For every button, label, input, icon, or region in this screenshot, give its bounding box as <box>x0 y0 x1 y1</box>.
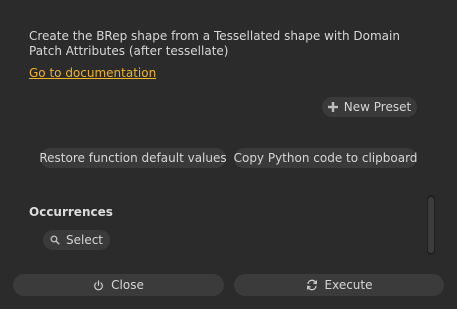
vertical-scrollbar[interactable] <box>427 195 435 255</box>
documentation-link[interactable]: Go to documentation <box>29 66 156 80</box>
search-icon <box>50 235 60 245</box>
occurrences-title: Occurrences <box>29 205 113 219</box>
new-preset-label: New Preset <box>343 100 412 114</box>
copy-python-button[interactable]: Copy Python code to clipboard <box>234 148 417 168</box>
restore-defaults-label: Restore function default values <box>39 151 227 165</box>
execute-label: Execute <box>324 278 373 292</box>
new-preset-button[interactable]: New Preset <box>322 97 417 117</box>
select-occurrences-button[interactable]: Select <box>43 230 110 250</box>
copy-python-label: Copy Python code to clipboard <box>233 151 418 165</box>
refresh-icon <box>306 279 318 291</box>
select-label: Select <box>65 233 104 247</box>
function-description: Create the BRep shape from a Tessellated… <box>29 29 400 58</box>
restore-defaults-button[interactable]: Restore function default values <box>39 148 227 168</box>
function-panel: Create the BRep shape from a Tessellated… <box>0 0 457 309</box>
execute-button[interactable]: Execute <box>234 274 444 296</box>
close-button[interactable]: Close <box>13 274 224 296</box>
close-label: Close <box>111 278 144 292</box>
power-icon <box>93 279 104 291</box>
scrollbar-thumb[interactable] <box>428 197 434 253</box>
plus-icon <box>327 102 338 112</box>
